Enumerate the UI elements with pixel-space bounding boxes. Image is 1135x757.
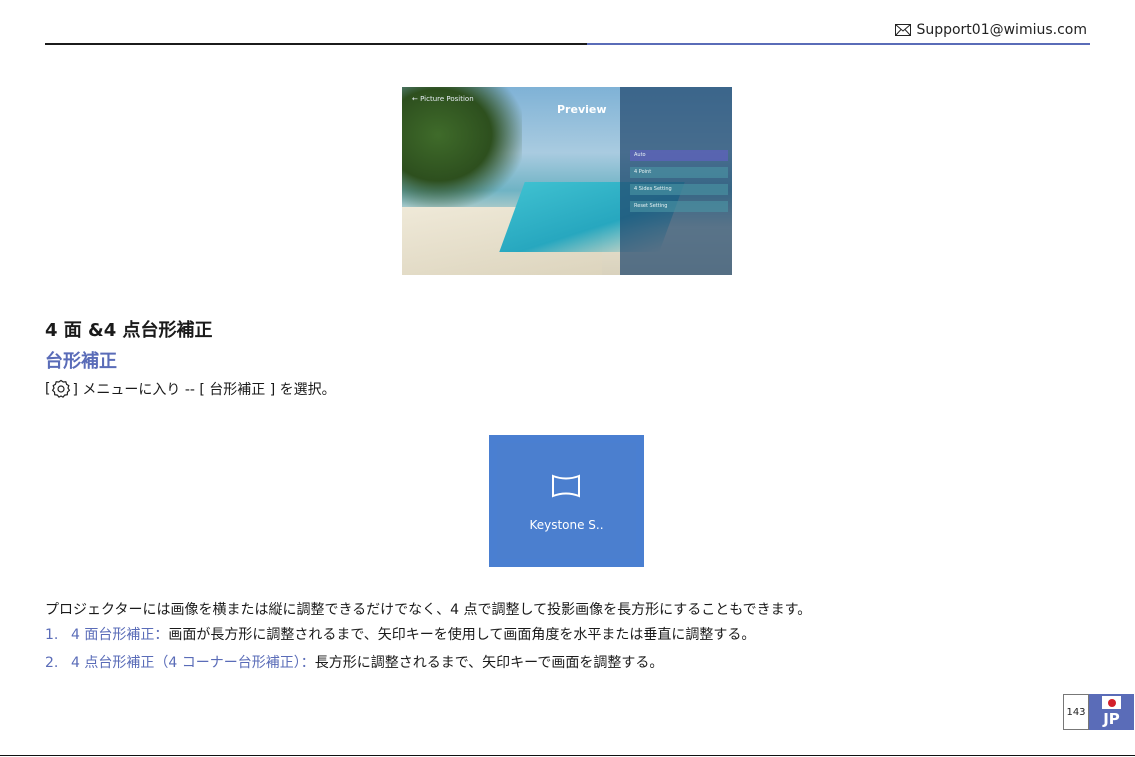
support-email: Support01@wimius.com [895,22,1087,38]
page-number: 143 [1063,694,1089,730]
list-term: 4 面台形補正： [71,627,169,643]
list-number: 2. [45,655,59,671]
list-number: 1. [45,627,59,643]
list-item: 2. 4 点台形補正（4 コーナー台形補正）：長方形に調整されるまで、矢印キーで画… [45,652,663,672]
preview-menu-item: 4 Sides Setting [630,184,728,195]
list-item: 1. 4 面台形補正：画面が長方形に調整されるまで、矢印キーを使用して画面角度を水… [45,624,755,644]
keystone-tile: Keystone S.. [489,435,644,567]
tile-inner [497,443,636,559]
instruction-line: [ ] メニューに入り -- [ 台形補正 ] を選択。 [45,379,336,399]
preview-screenshot: ← Picture Position Preview Auto 4 Point … [402,87,732,275]
preview-menu-item: 4 Point [630,167,728,178]
instruction-text: ] メニューに入り -- [ 台形補正 ] を選択。 [72,382,336,398]
language-badge: JP [1089,694,1134,730]
description-paragraph: プロジェクターには画像を横または縦に調整できるだけでなく、4 点で調整して投影画… [45,602,812,618]
envelope-icon [895,24,912,36]
section-heading: 4 面 &4 点台形補正 [45,320,213,341]
list-description: 画面が長方形に調整されるまで、矢印キーを使用して画面角度を水平または垂直に調整す… [168,627,756,643]
preview-menu-item: Auto [630,150,728,161]
language-code: JP [1103,710,1120,728]
header-rule-blue [587,43,1090,45]
keystone-icon [552,474,580,498]
instruction-bracket: [ [45,381,51,397]
preview-title: Preview [557,103,607,116]
footer-rule [0,755,1135,756]
list-term: 4 点台形補正（4 コーナー台形補正）： [71,655,315,671]
section-subheading: 台形補正 [45,351,117,372]
japan-flag-icon [1102,696,1121,709]
header-rule-dark [45,43,587,45]
preview-back-label: ← Picture Position [412,95,474,103]
keystone-label: Keystone S.. [529,518,604,532]
preview-menu-item: Reset Setting [630,201,728,212]
email-text: Support01@wimius.com [916,22,1087,38]
palm-trees [402,87,522,207]
preview-side-menu: Auto 4 Point 4 Sides Setting Reset Setti… [620,87,732,275]
list-description: 長方形に調整されるまで、矢印キーで画面を調整する。 [314,655,664,671]
gear-icon [51,379,71,399]
